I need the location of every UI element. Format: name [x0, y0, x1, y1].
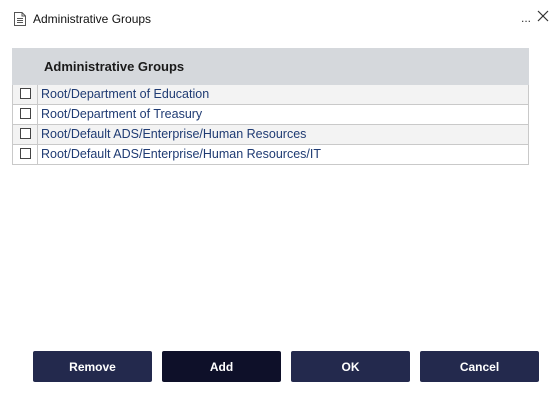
column-divider — [37, 125, 38, 144]
table-header: Administrative Groups — [12, 48, 529, 85]
row-checkbox[interactable] — [20, 128, 31, 139]
title-bar: Administrative Groups ... — [0, 0, 553, 40]
close-icon[interactable] — [535, 8, 551, 24]
remove-button[interactable]: Remove — [33, 351, 152, 382]
groups-table: Administrative Groups Root/Department of… — [12, 48, 529, 165]
row-checkbox[interactable] — [20, 148, 31, 159]
group-name[interactable]: Root/Default ADS/Enterprise/Human Resour… — [41, 147, 321, 161]
window-title: Administrative Groups — [33, 12, 152, 26]
group-name[interactable]: Root/Department of Treasury — [41, 107, 202, 121]
document-icon — [14, 12, 26, 26]
row-checkbox[interactable] — [20, 108, 31, 119]
column-divider — [37, 105, 38, 124]
more-options-button[interactable]: ... — [521, 11, 531, 25]
ok-button[interactable]: OK — [291, 351, 410, 382]
column-divider — [37, 145, 38, 164]
table-row[interactable]: Root/Department of Treasury — [12, 105, 529, 125]
column-header-groups: Administrative Groups — [44, 59, 185, 74]
cancel-button[interactable]: Cancel — [420, 351, 539, 382]
table-row[interactable]: Root/Default ADS/Enterprise/Human Resour… — [12, 145, 529, 165]
table-row[interactable]: Root/Department of Education — [12, 85, 529, 105]
table-row[interactable]: Root/Default ADS/Enterprise/Human Resour… — [12, 125, 529, 145]
group-name[interactable]: Root/Department of Education — [41, 87, 209, 101]
group-name[interactable]: Root/Default ADS/Enterprise/Human Resour… — [41, 127, 306, 141]
row-checkbox[interactable] — [20, 88, 31, 99]
column-divider — [37, 85, 38, 104]
add-button[interactable]: Add — [162, 351, 281, 382]
